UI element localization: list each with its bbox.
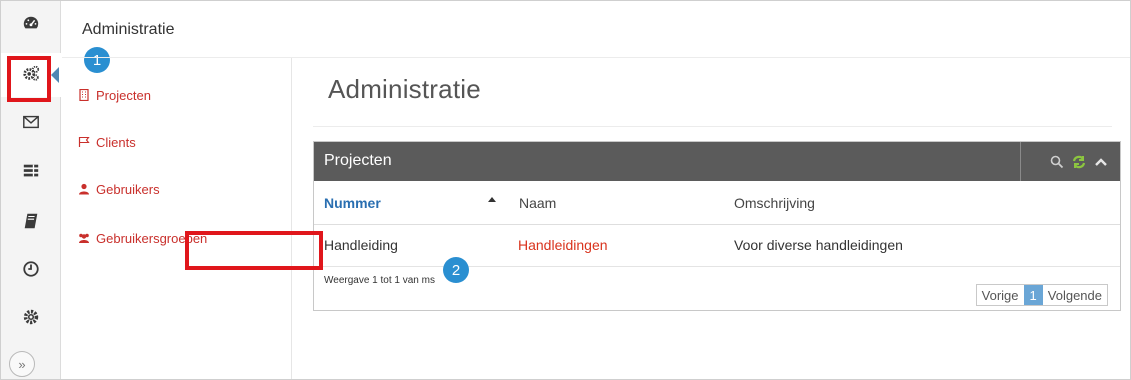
table-footer: Weergave 1 tot 1 van ms Vorige 1 Volgend… <box>314 266 1120 312</box>
column-header-omschrijving[interactable]: Omschrijving <box>734 195 815 211</box>
table-header: Nummer Naam Omschrijving <box>314 181 1120 225</box>
clock-icon <box>22 260 40 283</box>
column-header-nummer[interactable]: Nummer <box>324 195 381 211</box>
rail-list[interactable] <box>1 151 61 195</box>
top-header: Administratie <box>62 1 1130 58</box>
double-chevron-right-icon: » <box>18 356 26 372</box>
dashboard-icon <box>22 14 40 37</box>
panel-tools <box>1020 142 1120 181</box>
cell-nummer: Handleiding <box>324 237 398 253</box>
admin-submenu: Projecten Clients Gebruikers Gebruikersg… <box>62 58 292 379</box>
submenu-label: Clients <box>96 135 136 150</box>
column-header-naam[interactable]: Naam <box>519 195 556 211</box>
header-title: Administratie <box>82 21 175 38</box>
cell-omschrijving: Voor diverse handleidingen <box>734 237 903 253</box>
submenu-item-clients[interactable]: Clients <box>78 135 136 150</box>
panel-title: Projecten <box>324 152 392 169</box>
book-icon <box>22 212 40 235</box>
collapse-sidebar-button[interactable]: » <box>9 351 35 377</box>
list-icon <box>22 162 40 185</box>
prev-page-button[interactable]: Vorige <box>977 285 1024 305</box>
projecten-panel: Projecten Nummer Naam Omschrijving Handl… <box>313 141 1121 311</box>
rail-book[interactable] <box>1 201 61 245</box>
user-icon <box>78 183 92 197</box>
submenu-item-projecten[interactable]: Projecten <box>78 88 151 103</box>
rail-history[interactable] <box>1 249 61 293</box>
rail-settings[interactable] <box>1 297 61 341</box>
pagination-info: Weergave 1 tot 1 van ms <box>324 275 435 286</box>
flag-icon <box>78 136 92 150</box>
submenu-item-gebruikers[interactable]: Gebruikers <box>78 182 160 197</box>
main-content: Administratie Projecten Nummer Naam Omsc… <box>293 58 1130 379</box>
building-icon <box>78 88 92 103</box>
title-divider <box>313 126 1112 127</box>
pagination: Vorige 1 Volgende <box>975 284 1108 306</box>
table-row[interactable]: Handleiding Handleidingen Voor diverse h… <box>314 226 1120 266</box>
app-window: » 1 Administratie Projecten Clients Gebr… <box>0 0 1131 380</box>
chevron-up-icon[interactable] <box>1094 155 1108 169</box>
panel-header: Projecten <box>314 142 1120 181</box>
users-icon <box>78 232 92 246</box>
envelope-icon <box>22 113 40 136</box>
rail-dashboard[interactable] <box>1 3 61 47</box>
refresh-icon[interactable] <box>1072 155 1086 169</box>
rail-mail[interactable] <box>1 102 61 146</box>
page-number-button[interactable]: 1 <box>1023 285 1043 305</box>
step-badge-2: 2 <box>443 257 469 283</box>
gear-icon <box>22 308 40 331</box>
active-caret <box>51 67 59 83</box>
submenu-label: Projecten <box>96 88 151 103</box>
search-icon[interactable] <box>1050 155 1064 169</box>
highlight-box-admin <box>7 56 51 102</box>
next-page-button[interactable]: Volgende <box>1043 285 1107 305</box>
sort-ascending-icon[interactable] <box>488 197 496 202</box>
page-title: Administratie <box>328 74 481 104</box>
highlight-box-handleidingen <box>185 231 323 270</box>
submenu-label: Gebruikers <box>96 182 160 197</box>
cell-naam-link[interactable]: Handleidingen <box>518 237 608 253</box>
